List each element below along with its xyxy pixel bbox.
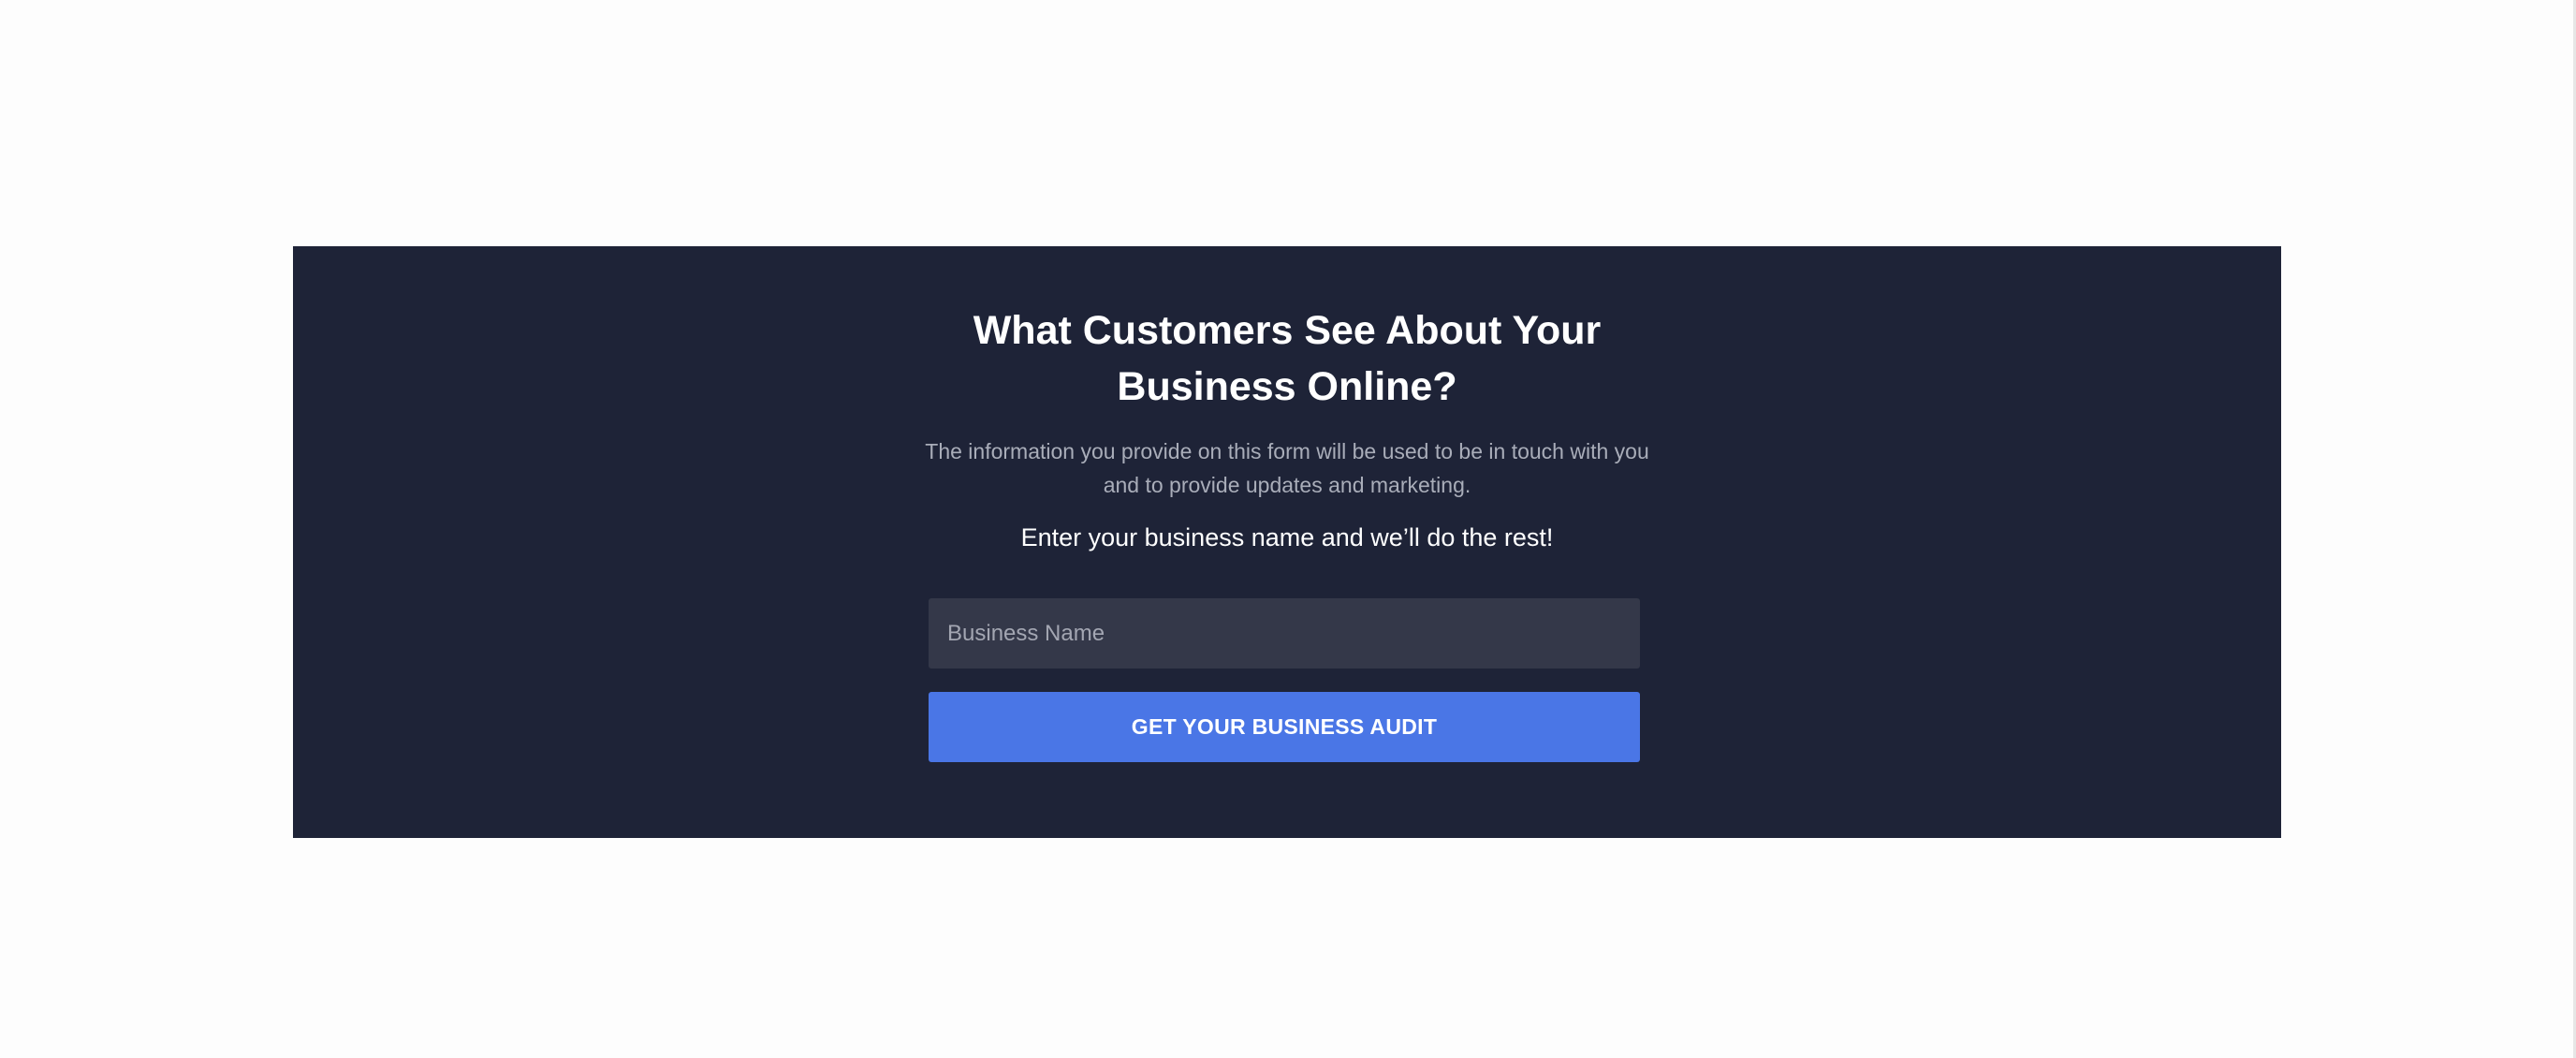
privacy-description: The information you provide on this form… <box>925 439 1649 497</box>
business-name-input[interactable] <box>929 598 1640 669</box>
form-prompt: Enter your business name and we’ll do th… <box>1020 523 1554 551</box>
get-audit-button[interactable]: GET YOUR BUSINESS AUDIT <box>929 692 1640 762</box>
business-audit-panel: What Customers See About Your Business O… <box>293 246 2281 838</box>
section-title: What Customers See About Your Business O… <box>973 308 1602 409</box>
